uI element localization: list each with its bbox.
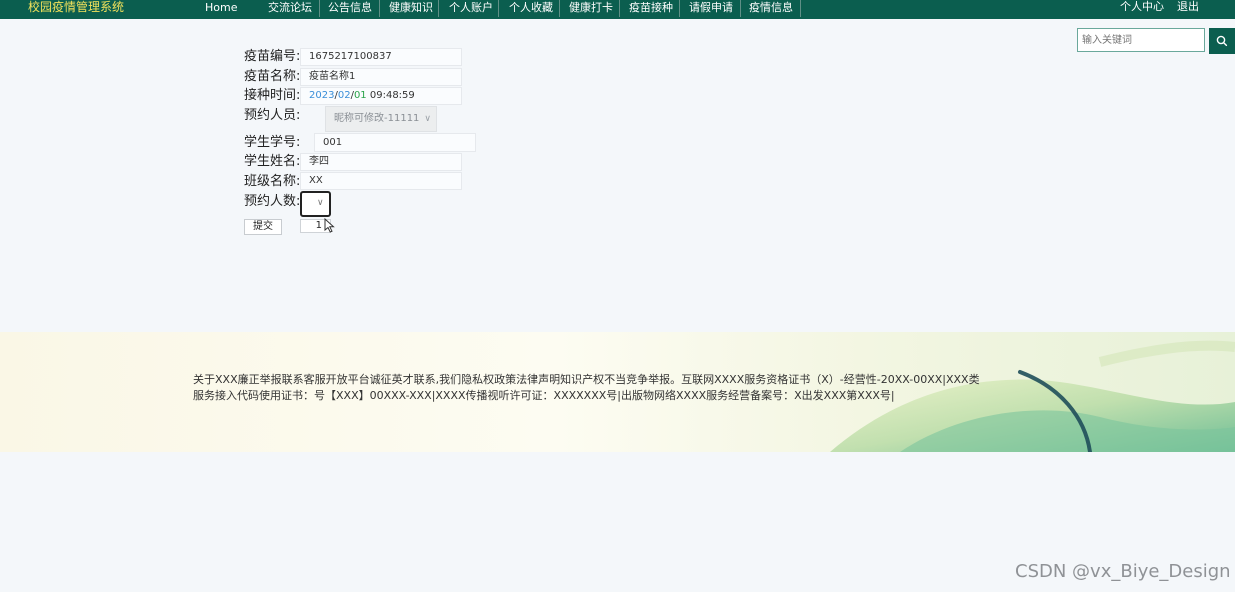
nav-forum[interactable]: 交流论坛	[268, 0, 312, 19]
search-icon	[1216, 35, 1228, 47]
student-no-label: 学生学号:	[244, 135, 301, 150]
nav-health-checkin[interactable]: 健康打卡	[569, 0, 613, 19]
top-navbar: 校园疫情管理系统 Home 交流论坛 公告信息 健康知识 个人账户 个人收藏 健…	[0, 0, 1235, 19]
vaccination-time-label: 接种时间:	[244, 88, 301, 103]
user-center-link[interactable]: 个人中心	[1120, 0, 1164, 19]
nav-vaccination[interactable]: 疫苗接种	[629, 0, 673, 19]
footer-text: 关于XXX廉正举报联系客服开放平台诚征英才联系,我们隐私权政策法律声明知识产权不…	[193, 373, 980, 402]
nav-divider	[800, 0, 801, 17]
appointment-person-label: 预约人员:	[244, 108, 301, 123]
vaccination-time-field[interactable]: 2023/02/01 09:48:59	[300, 87, 462, 105]
nav-home[interactable]: Home	[205, 0, 237, 19]
vaccine-name-label: 疫苗名称:	[244, 69, 301, 84]
chevron-down-icon: ∨	[317, 198, 324, 208]
date-day: 01	[353, 90, 367, 101]
watermark: CSDN @vx_Biye_Design	[1015, 561, 1231, 582]
search-input[interactable]	[1077, 28, 1205, 52]
submit-button[interactable]: 提交	[244, 219, 282, 235]
nav-divider	[438, 0, 439, 17]
vaccine-no-field[interactable]: 1675217100837	[300, 48, 462, 66]
nav-personal-account[interactable]: 个人账户	[449, 0, 493, 19]
nav-divider	[319, 0, 320, 17]
student-name-field[interactable]: 李四	[300, 153, 462, 171]
search-button[interactable]	[1209, 28, 1235, 54]
student-name-label: 学生姓名:	[244, 154, 301, 169]
nav-leave-request[interactable]: 请假申请	[689, 0, 733, 19]
appointment-count-label: 预约人数:	[244, 194, 301, 209]
time-clock: 09:48:59	[369, 90, 415, 101]
vaccine-no-label: 疫苗编号:	[244, 49, 301, 64]
nav-divider	[740, 0, 741, 17]
class-name-field[interactable]: XX	[300, 172, 462, 190]
footer: 关于XXX廉正举报联系客服开放平台诚征英才联系,我们隐私权政策法律声明知识产权不…	[0, 332, 1235, 452]
nav-divider	[679, 0, 680, 17]
nav-health-knowledge[interactable]: 健康知识	[389, 0, 433, 19]
nav-divider	[619, 0, 620, 17]
nav-divider	[559, 0, 560, 17]
nav-epidemic-info[interactable]: 疫情信息	[749, 0, 793, 19]
vaccine-name-field[interactable]: 疫苗名称1	[300, 68, 462, 86]
appointment-person-value: 昵称可修改-11111	[334, 113, 420, 124]
class-name-label: 班级名称:	[244, 174, 301, 189]
chevron-down-icon: ∨	[424, 114, 431, 124]
nav-divider	[498, 0, 499, 17]
student-no-field[interactable]: 001	[314, 133, 476, 152]
nav-announcements[interactable]: 公告信息	[328, 0, 372, 19]
logout-link[interactable]: 退出	[1177, 0, 1199, 19]
appointment-person-select: 昵称可修改-11111 ∨	[325, 106, 437, 132]
mouse-cursor-icon	[324, 218, 335, 233]
date-month: 02	[337, 90, 351, 101]
site-title[interactable]: 校园疫情管理系统	[28, 0, 124, 19]
nav-favorites[interactable]: 个人收藏	[509, 0, 553, 19]
date-year: 2023	[309, 90, 335, 101]
nav-divider	[379, 0, 380, 17]
appointment-count-select[interactable]: ∨	[300, 191, 331, 217]
